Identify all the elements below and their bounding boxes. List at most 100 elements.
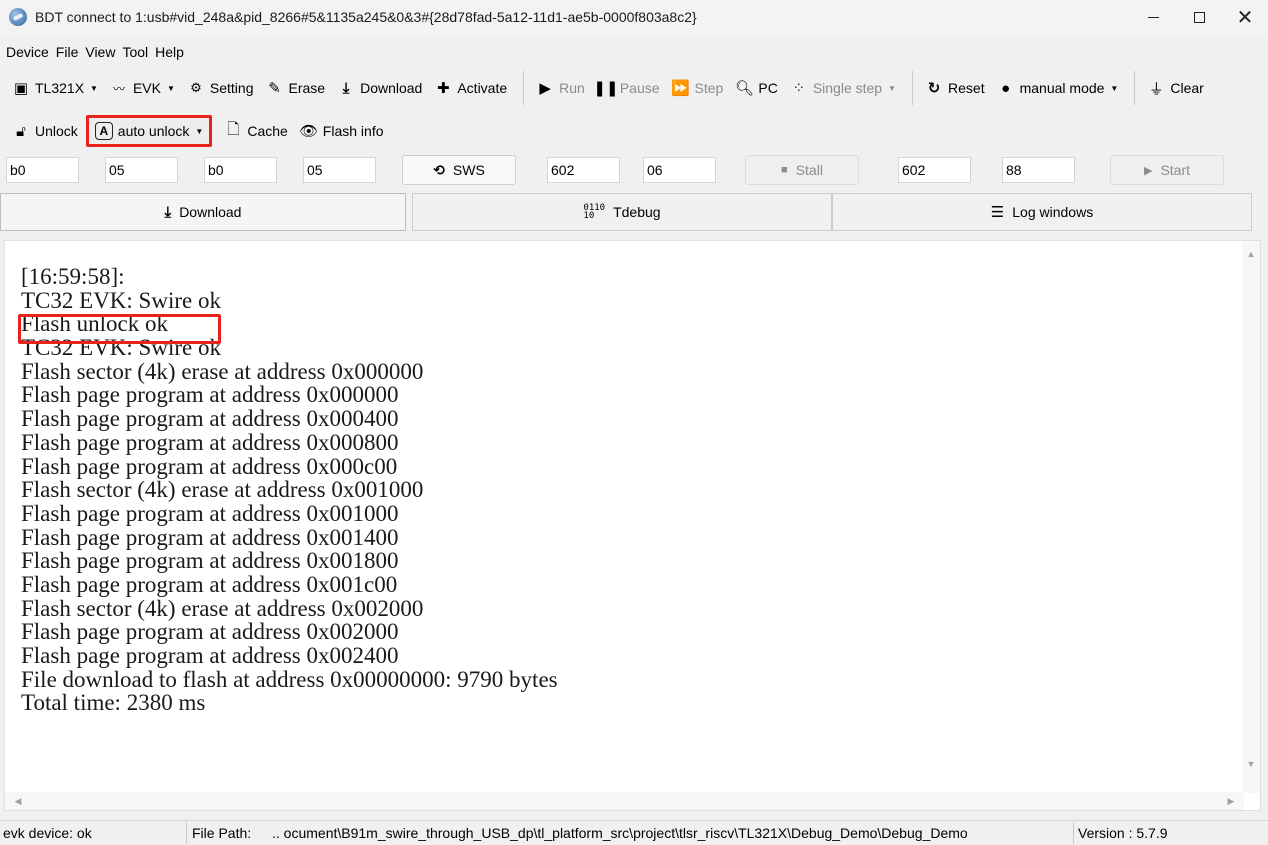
run-icon: ▶ — [539, 80, 551, 97]
erase-button[interactable]: ✎ Erase — [262, 74, 330, 102]
log-line: Flash page program at address 0x001400 — [21, 524, 399, 550]
sws-button[interactable]: ⟲ SWS — [402, 155, 516, 185]
binary-icon: 0110 10 — [583, 203, 606, 221]
mode-select-button[interactable]: ● manual mode ▼ — [993, 74, 1123, 102]
scroll-down-icon[interactable]: ▼ — [1242, 755, 1260, 773]
param-input-6[interactable]: 06 — [643, 157, 716, 183]
evk-label: EVK — [132, 80, 161, 96]
single-step-button[interactable]: ⁘ Single step ▼ — [786, 74, 900, 102]
evk-select-button[interactable]: 〰 EVK ▼ — [106, 74, 179, 102]
waveform-icon: 〰 — [112, 81, 125, 96]
menu-tool[interactable]: Tool — [122, 44, 148, 60]
scroll-left-icon[interactable]: ◀ — [9, 792, 27, 810]
unlock-mode-label: auto unlock — [117, 123, 190, 139]
reset-button[interactable]: ↻ Reset — [921, 74, 989, 102]
log-line: [16:59:58]: — [21, 264, 125, 289]
unlock-mode-select[interactable]: A auto unlock ▼ — [85, 115, 213, 147]
reset-icon: ↻ — [927, 80, 941, 97]
footsteps-icon: ⁘ — [792, 80, 806, 97]
plus-icon: ✚ — [437, 80, 450, 97]
step-button[interactable]: ⏩ Step — [668, 74, 728, 102]
app-icon — [9, 8, 27, 26]
menu-device[interactable]: Device — [6, 44, 49, 60]
step-icon: ⏩ — [671, 80, 690, 97]
stall-button[interactable]: ■ Stall — [745, 155, 859, 185]
run-button[interactable]: ▶ Run — [532, 74, 589, 102]
log-line: Flash page program at address 0x001000 — [21, 500, 399, 526]
clear-button[interactable]: ⏚ Clear — [1143, 74, 1207, 102]
flash-info-button[interactable]: 👁︎ Flash info — [296, 117, 388, 145]
unlock-label: Unlock — [35, 123, 78, 139]
activate-button[interactable]: ✚ Activate — [430, 74, 511, 102]
chevron-down-icon: ▼ — [888, 83, 897, 93]
chevron-down-icon: ▼ — [90, 83, 98, 93]
param-input-4[interactable]: 05 — [303, 157, 376, 183]
cache-label: Cache — [247, 123, 288, 139]
download-button[interactable]: ⤓ Download — [333, 74, 426, 102]
horizontal-scrollbar[interactable]: ◀ ▶ — [5, 792, 1244, 810]
status-bar: evk device: ok File Path: .. ocument\B91… — [0, 820, 1268, 845]
minimize-button[interactable] — [1130, 0, 1176, 34]
start-button[interactable]: ▶ Start — [1110, 155, 1224, 185]
pc-button[interactable]: 🔍︎ PC — [731, 74, 781, 102]
menu-file[interactable]: File — [56, 44, 79, 60]
log-line: TC32 EVK: Swire ok — [21, 287, 221, 313]
start-label: Start — [1160, 162, 1191, 178]
status-divider — [186, 822, 187, 844]
setting-label: Setting — [209, 80, 254, 96]
chip-select-button[interactable]: ▣ TL321X ▼ — [8, 74, 102, 102]
log-output-panel[interactable]: [16:59:58]: TC32 EVK: Swire ok Flash unl… — [4, 240, 1261, 811]
tab-log-windows[interactable]: ☰ Log windows — [832, 193, 1252, 231]
tab-tdebug[interactable]: 0110 10 Tdebug — [412, 193, 832, 231]
vertical-scrollbar[interactable]: ▲ ▼ — [1242, 241, 1260, 793]
auto-unlock-icon: A — [94, 122, 113, 140]
maximize-button[interactable] — [1176, 0, 1222, 34]
activate-label: Activate — [457, 80, 508, 96]
param-input-2[interactable]: 05 — [105, 157, 178, 183]
tab-download[interactable]: ⤓ Download — [0, 193, 406, 231]
file-path-value: .. ocument\B91m_swire_through_USB_dp\tl_… — [272, 825, 968, 841]
param-input-3[interactable]: b0 — [204, 157, 277, 183]
tab-bar: ⤓ Download 0110 10 Tdebug ☰ Log windows — [0, 193, 1268, 231]
reset-label: Reset — [948, 80, 985, 96]
scroll-right-icon[interactable]: ▶ — [1222, 792, 1240, 810]
download-icon: ⤓ — [164, 203, 172, 221]
tab-log-windows-label: Log windows — [1012, 204, 1094, 220]
cache-button[interactable]: 🗋 Cache — [220, 117, 291, 145]
menu-view[interactable]: View — [85, 44, 115, 60]
log-line: Flash sector (4k) erase at address 0x000… — [21, 358, 424, 384]
unlock-button[interactable]: 🔓︎ Unlock — [8, 117, 82, 145]
log-line: Flash page program at address 0x000c00 — [21, 453, 398, 479]
stall-label: Stall — [795, 162, 823, 178]
mode-label: manual mode — [1019, 80, 1105, 96]
param-input-5[interactable]: 602 — [547, 157, 620, 183]
log-line: Flash page program at address 0x000800 — [21, 429, 399, 455]
setting-button[interactable]: ⚙ Setting — [183, 74, 258, 102]
log-line: Flash page program at address 0x000400 — [21, 406, 399, 432]
menu-bar: Device File View Tool Help — [0, 40, 191, 64]
log-line: File download to flash at address 0x0000… — [21, 666, 558, 692]
title-bar: BDT connect to 1:usb#vid_248a&pid_8266#5… — [0, 0, 1268, 34]
menu-help[interactable]: Help — [155, 44, 184, 60]
download-label: Download — [360, 80, 423, 96]
eye-icon: 👁︎ — [299, 123, 319, 140]
status-divider — [1073, 822, 1074, 844]
close-button[interactable]: ✕ — [1222, 0, 1268, 34]
file-path-label: File Path: — [192, 825, 252, 841]
file-icon: 🗋 — [227, 120, 240, 138]
chip-icon: ▣ — [13, 80, 29, 97]
pc-label: PC — [758, 80, 778, 96]
log-line: Flash page program at address 0x001800 — [21, 548, 399, 574]
run-label: Run — [559, 80, 585, 96]
tab-tdebug-label: Tdebug — [613, 204, 661, 220]
pause-button[interactable]: ❚❚ Pause — [593, 74, 664, 102]
tab-download-label: Download — [179, 204, 242, 220]
chip-label: TL321X — [35, 80, 85, 96]
param-input-8[interactable]: 88 — [1002, 157, 1075, 183]
param-input-1[interactable]: b0 — [6, 157, 79, 183]
param-input-7[interactable]: 602 — [898, 157, 971, 183]
log-line: Flash page program at address 0x002400 — [21, 643, 399, 668]
device-status: evk device: ok — [3, 825, 92, 841]
pause-label: Pause — [619, 80, 660, 96]
scroll-up-icon[interactable]: ▲ — [1242, 245, 1260, 263]
